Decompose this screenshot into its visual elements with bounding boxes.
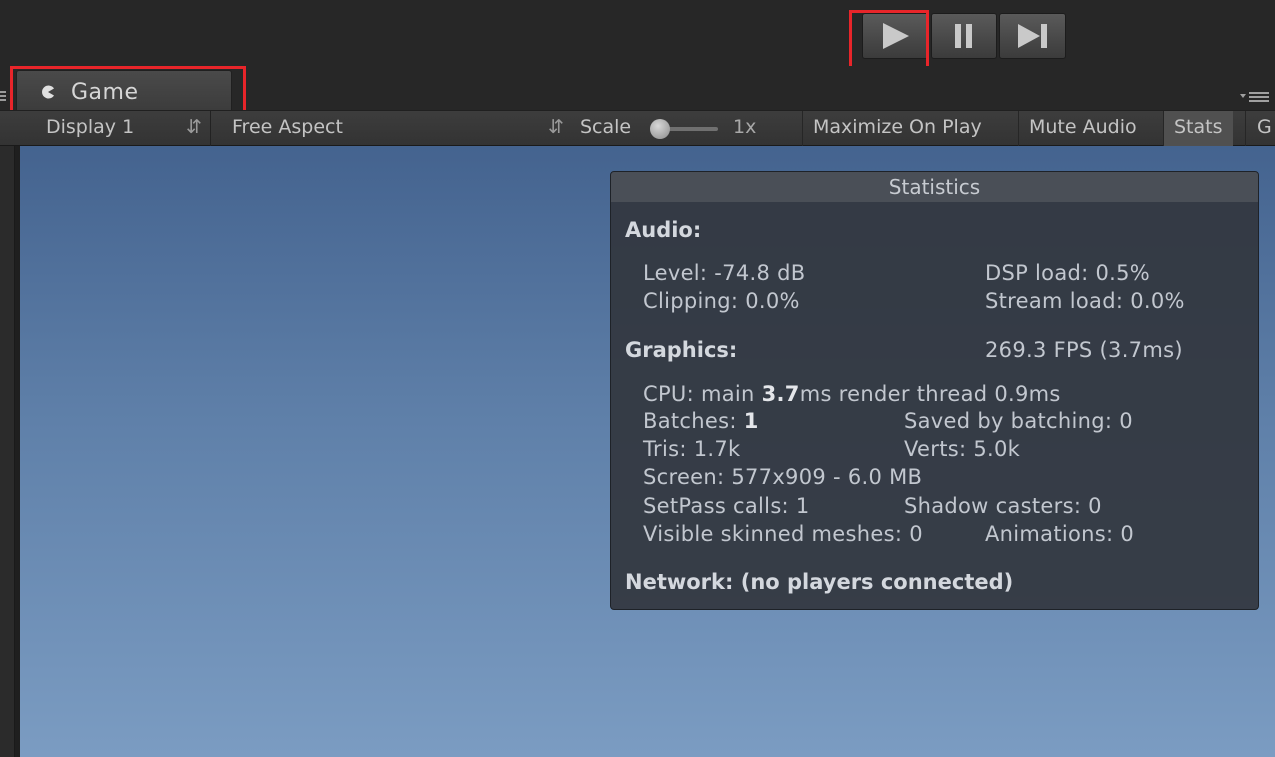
audio-stream-load: Stream load: 0.0% — [985, 289, 1185, 313]
display-chevron-icon: ⇵ — [186, 116, 202, 138]
stats-toggle[interactable]: Stats — [1163, 111, 1233, 146]
statistics-body: Audio: Level: -74.8 dB DSP load: 0.5% Cl… — [625, 210, 1245, 602]
graphics-header: Graphics: — [625, 338, 738, 362]
tab-menu-icon[interactable] — [0, 91, 6, 103]
audio-level: Level: -74.8 dB — [643, 261, 806, 285]
graphics-saved-by-batching: Saved by batching: 0 — [904, 409, 1133, 433]
maximize-on-play-toggle[interactable]: Maximize On Play — [802, 111, 992, 146]
gizmos-toggle[interactable]: G — [1245, 111, 1275, 146]
graphics-tris: Tris: 1.7k — [643, 437, 741, 461]
audio-clipping: Clipping: 0.0% — [643, 289, 800, 313]
statistics-panel: Statistics Audio: Level: -74.8 dB DSP lo… — [610, 171, 1259, 610]
graphics-shadow-casters: Shadow casters: 0 — [904, 494, 1102, 518]
step-icon — [1017, 24, 1047, 48]
graphics-cpu: CPU: main 3.7ms render thread 0.9ms — [643, 382, 1061, 406]
game-toolbar: Display 1 ⇵ Free Aspect ⇵ Scale 1x Maxim… — [0, 110, 1275, 146]
graphics-fps: 269.3 FPS (3.7ms) — [985, 338, 1183, 362]
statistics-title: Statistics — [611, 172, 1258, 202]
pause-icon — [955, 24, 972, 48]
graphics-verts: Verts: 5.0k — [904, 437, 1021, 461]
aspect-dropdown[interactable]: Free Aspect — [232, 116, 343, 138]
aspect-chevron-icon: ⇵ — [548, 116, 564, 138]
step-button[interactable] — [999, 13, 1067, 59]
panel-menu-icon[interactable] — [1238, 90, 1270, 104]
graphics-animations: Animations: 0 — [985, 522, 1135, 546]
audio-dsp-load: DSP load: 0.5% — [985, 261, 1151, 285]
scale-slider-thumb[interactable] — [650, 119, 670, 139]
graphics-setpass: SetPass calls: 1 — [643, 494, 810, 518]
graphics-batches: Batches: 1 — [643, 409, 759, 433]
top-toolbar — [0, 0, 1275, 79]
audio-header: Audio: — [625, 218, 702, 242]
network-status: Network: (no players connected) — [625, 570, 1014, 594]
display-dropdown[interactable]: Display 1 — [46, 116, 134, 138]
scale-label: Scale — [580, 116, 632, 138]
left-panel-edge — [0, 146, 15, 757]
scale-value: 1x — [733, 116, 757, 138]
mute-audio-toggle[interactable]: Mute Audio — [1018, 111, 1147, 146]
pause-button[interactable] — [930, 13, 998, 59]
graphics-screen: Screen: 577x909 - 6.0 MB — [643, 465, 923, 489]
graphics-skinned-meshes: Visible skinned meshes: 0 — [643, 522, 923, 546]
